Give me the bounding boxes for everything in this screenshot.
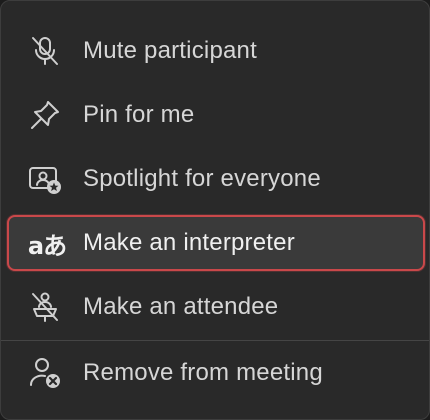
menu-item-remove-from-meeting[interactable]: Remove from meeting xyxy=(7,345,425,401)
menu-item-spotlight-for-everyone[interactable]: Spotlight for everyone xyxy=(7,151,425,207)
menu-item-label: Make an attendee xyxy=(83,293,279,320)
menu-item-label: Spotlight for everyone xyxy=(83,165,321,192)
menu-item-mute-participant[interactable]: Mute participant xyxy=(7,23,425,79)
microphone-off-icon xyxy=(25,31,65,71)
translate-icon: aあ xyxy=(27,223,67,263)
translate-glyph: aあ xyxy=(27,231,67,260)
spotlight-icon xyxy=(25,159,65,199)
presenter-off-icon xyxy=(25,287,65,327)
person-remove-icon xyxy=(25,353,65,393)
menu-item-label: Remove from meeting xyxy=(83,359,323,386)
menu-item-label: Make an interpreter xyxy=(83,229,295,256)
menu-divider xyxy=(1,340,429,341)
pin-icon xyxy=(25,95,65,135)
menu-item-label: Mute participant xyxy=(83,37,257,64)
menu-item-make-an-interpreter[interactable]: aあ Make an interpreter xyxy=(7,215,425,271)
menu-item-label: Pin for me xyxy=(83,101,195,128)
participant-context-menu: Mute participant Pin for me Spotlight fo… xyxy=(0,0,430,420)
menu-item-make-an-attendee[interactable]: Make an attendee xyxy=(7,279,425,335)
menu-item-pin-for-me[interactable]: Pin for me xyxy=(7,87,425,143)
